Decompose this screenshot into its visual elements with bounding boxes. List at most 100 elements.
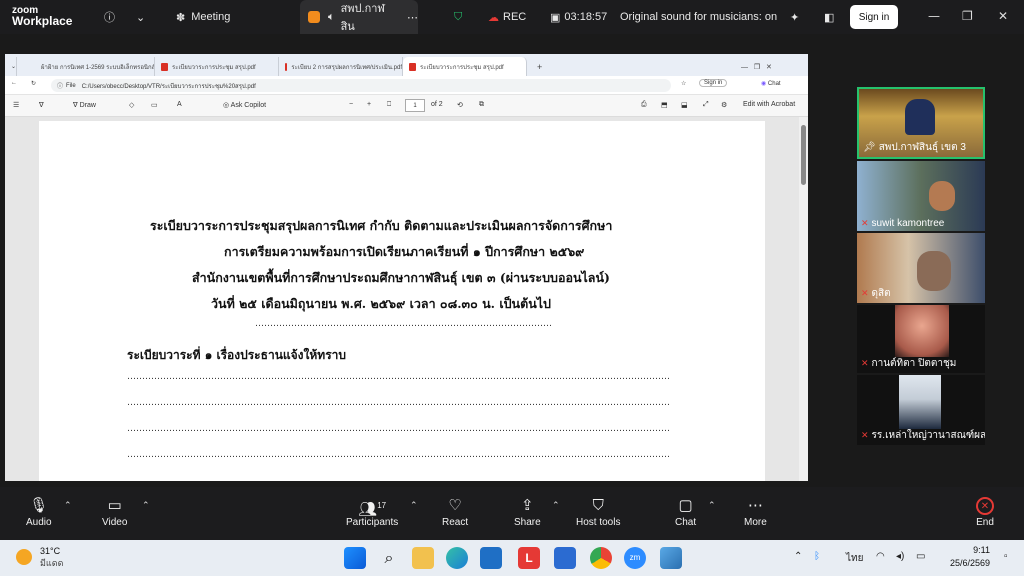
host-tools-button[interactable]: ⛉ Host tools [576, 495, 620, 528]
restore-icon[interactable]: ❐ [962, 9, 973, 23]
chat-button[interactable]: ◉ Chat [761, 80, 781, 87]
menu-icon[interactable]: ☰ [13, 101, 19, 109]
zoom-signin-button[interactable]: Sign in [850, 5, 898, 29]
print-icon[interactable]: ⎙ [641, 101, 647, 109]
meeting-menu[interactable]: ✽ Meeting [176, 0, 230, 34]
more-icon: ⋯ [747, 497, 763, 514]
react-button[interactable]: ♡ React [442, 495, 468, 528]
volume-icon[interactable]: ◂) [896, 551, 904, 562]
participant-tile[interactable]: ✕ ดุสิต [857, 233, 985, 303]
audio-button[interactable]: 🎙︎ Audio [26, 495, 52, 528]
store-icon[interactable] [554, 547, 576, 569]
edge-icon[interactable] [446, 547, 468, 569]
heart-icon: ♡ [448, 497, 462, 514]
participant-tile[interactable]: ✕ รร.เหล่าใหญ่วานาสณฑ์ผล... [857, 375, 985, 445]
host-tools-label: Host tools [576, 517, 621, 528]
chevron-down-icon[interactable]: ⌄ [136, 0, 145, 34]
back-icon[interactable]: ← [11, 80, 17, 86]
video-options-caret[interactable]: ⌃ [142, 501, 150, 511]
save-icon[interactable]: ⬒ [661, 101, 668, 109]
browser-tab-1[interactable]: ผ้าฝ้าย การนิเทศ 1-2569 ระบบอิเล็กทรอนิก… [31, 57, 155, 76]
zoom-in-button[interactable]: + [367, 101, 371, 108]
draw-tool[interactable]: ∇ Draw [73, 101, 96, 109]
fill-line: …………………………………………………………………………………………………………… [127, 398, 670, 408]
highlight-icon[interactable]: ∇ [39, 101, 44, 109]
participants-options-caret[interactable]: ⌃ [410, 501, 418, 511]
windows-taskbar: 31°C มีแดด ⌕ L zm ⌃ ᛒ ไทย ◠ ◂) ▭ 9:11 25… [0, 540, 1024, 576]
participant-tile[interactable]: 📌︎ สพป.กาฬสินธุ์ เขต 3 [857, 87, 985, 159]
close-icon[interactable]: ✕ [998, 9, 1008, 23]
app-l-icon[interactable]: L [518, 547, 540, 569]
fullscreen-icon[interactable]: ⤢ [703, 101, 709, 109]
browser-tab-4[interactable]: ระเบียบวาระการประชุม สรุป.pdf [403, 57, 527, 76]
pin-icon: 📌︎ [863, 142, 876, 153]
fit-icon[interactable]: ⎕ [387, 101, 391, 109]
clock[interactable]: 9:11 25/6/2569 [944, 544, 990, 570]
share-label: Share [514, 517, 541, 528]
more-icon[interactable]: ⋯ [407, 11, 418, 24]
app-icon[interactable] [480, 547, 502, 569]
text-icon[interactable]: ▭ [151, 101, 158, 109]
photos-icon[interactable] [660, 547, 682, 569]
eraser-icon[interactable]: ◇ [129, 101, 134, 109]
settings-icon[interactable]: ⚙ [721, 101, 727, 109]
page-number-input[interactable]: 1 [405, 99, 425, 112]
share-button[interactable]: ⇪ Share [514, 495, 541, 528]
weather-widget[interactable]: 31°C มีแดด [40, 545, 63, 569]
new-tab-icon[interactable]: + [531, 57, 545, 76]
chat-button[interactable]: ▢ Chat [675, 495, 696, 528]
url-text: C:/Users/obecc/Desktop/VTR/ระเบียบวาระกา… [81, 83, 256, 90]
timer-text: 03:18:57 [564, 11, 608, 23]
tab-list-icon[interactable]: ⌄ [9, 57, 17, 76]
minimize-icon[interactable]: — [928, 9, 940, 23]
chrome-icon[interactable] [590, 547, 612, 569]
edit-acrobat-button[interactable]: Edit with Acrobat [743, 101, 795, 108]
start-icon[interactable] [344, 547, 366, 569]
pdf-viewer[interactable]: ระเบียบวาระการประชุมสรุปผลการนิเทศ กำกับ… [5, 117, 808, 481]
layout-icon[interactable]: ⧉ [479, 101, 484, 109]
tab-title: ระเบียบ 2 การสรุปผลการนิเทศ/ประเมิน.pdf [291, 64, 402, 71]
info-icon[interactable]: ⓘ [104, 0, 115, 34]
browser-tab-2[interactable]: ระเบียบวาระการประชุม สรุป.pdf [155, 57, 279, 76]
bluetooth-icon[interactable]: ᛒ [814, 551, 820, 562]
star-icon[interactable]: ☆ [681, 80, 686, 87]
ask-copilot[interactable]: ◎ Ask Copilot [223, 101, 266, 109]
battery-icon[interactable]: ▭ [916, 551, 925, 562]
clock-time: 9:11 [973, 545, 990, 555]
notification-icon[interactable]: ▫ [1004, 551, 1008, 562]
zoom-taskbar-icon[interactable]: zm [624, 547, 646, 569]
search-icon[interactable]: ⌕ [378, 547, 400, 569]
rotate-icon[interactable]: ⟲ [457, 101, 463, 109]
participant-tile[interactable]: ✕ suwit kamontree [857, 161, 985, 231]
share-options-caret[interactable]: ⌃ [552, 501, 560, 511]
file-explorer-icon[interactable] [412, 547, 434, 569]
scrollbar-thumb[interactable] [801, 125, 806, 185]
refresh-icon[interactable]: ↻ [31, 80, 36, 87]
chat-options-caret[interactable]: ⌃ [708, 501, 716, 511]
share-badge-icon [308, 11, 320, 23]
layout-icon[interactable]: ◧ [824, 0, 834, 34]
active-share-tab[interactable]: 🔈︎ สพป.กาฬสิน ⋯ [300, 0, 418, 34]
tray-overflow-icon[interactable]: ⌃ [794, 551, 802, 562]
participants-button[interactable]: 👥︎17 Participants [346, 495, 398, 528]
weather-sun-icon[interactable] [16, 549, 32, 565]
pdf-scrollbar[interactable] [799, 117, 808, 481]
more-button[interactable]: ⋯ More [744, 495, 767, 528]
zoom-out-button[interactable]: − [349, 101, 353, 108]
pdf-icon [161, 62, 168, 71]
language-indicator[interactable]: ไทย [846, 551, 863, 566]
shield-icon[interactable]: ⛉ [454, 0, 462, 34]
end-button[interactable]: ✕ End [976, 495, 994, 528]
browser-signin-button[interactable]: Sign in [699, 79, 728, 87]
sparkle-icon[interactable]: ✦ [790, 0, 799, 34]
url-field[interactable]: ⓘ File C:/Users/obecc/Desktop/VTR/ระเบีย… [51, 79, 671, 92]
read-aloud-icon[interactable]: A [177, 101, 182, 108]
window-controls[interactable]: — ❐ ✕ [735, 57, 795, 76]
recording-indicator[interactable]: ☁ REC [488, 0, 526, 34]
video-button[interactable]: ▭ Video [102, 495, 127, 528]
audio-options-caret[interactable]: ⌃ [64, 501, 72, 511]
browser-tab-3[interactable]: ระเบียบ 2 การสรุปผลการนิเทศ/ประเมิน.pdf [279, 57, 403, 76]
wifi-icon[interactable]: ◠ [876, 551, 885, 562]
save-as-icon[interactable]: ⬓ [681, 101, 688, 109]
participant-tile[interactable]: ✕ กานต์ทิตา ปิตตาชุม [857, 305, 985, 373]
